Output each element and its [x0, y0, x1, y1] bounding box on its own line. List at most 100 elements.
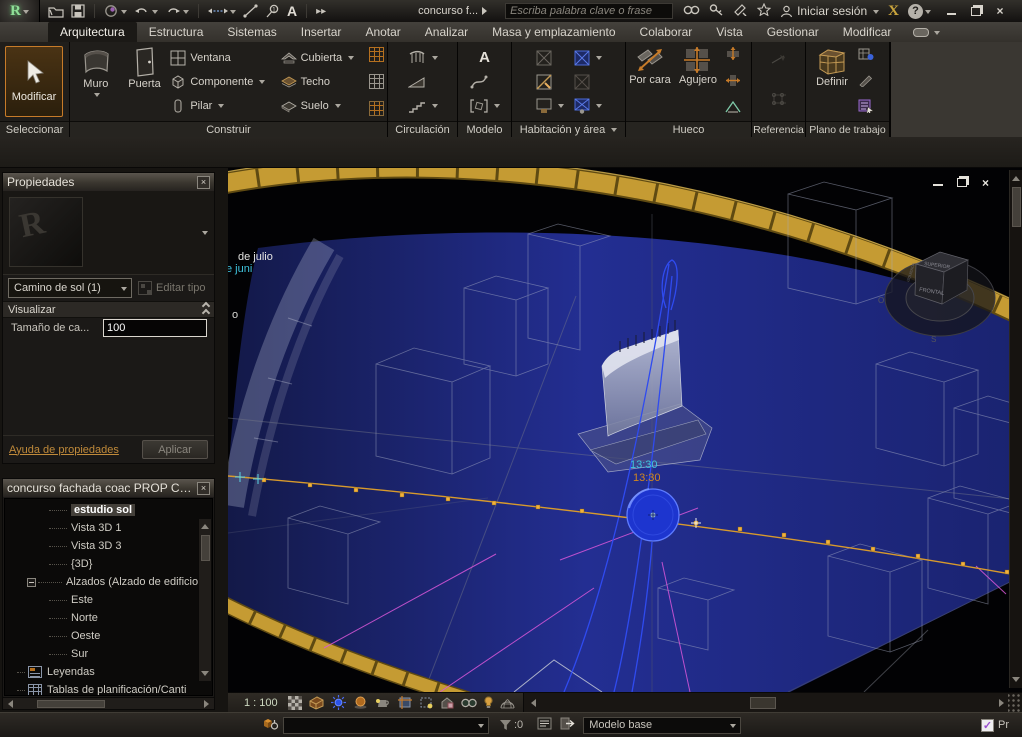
plano-referencia-lapiz-icon[interactable]	[858, 74, 874, 90]
open-icon[interactable]	[48, 4, 64, 18]
tag-icon[interactable]: 1	[265, 4, 280, 18]
compass-west-label[interactable]: O	[878, 296, 884, 305]
visor-plano-icon[interactable]	[858, 99, 874, 116]
shadows-icon[interactable]	[353, 696, 368, 709]
view-horizontal-scrollbar[interactable]	[523, 693, 1022, 712]
tree-item-vista-3d-3[interactable]: Vista 3D 3	[5, 537, 212, 555]
date-label-junio[interactable]: e juni	[228, 263, 252, 275]
search-input[interactable]	[505, 3, 673, 19]
ribbon-collapse-button[interactable]	[913, 22, 940, 42]
panel-label-modelo[interactable]: Modelo	[458, 121, 511, 137]
habitacion-button[interactable]	[536, 46, 564, 69]
text-icon[interactable]: A	[287, 3, 297, 19]
tab-gestionar[interactable]: Gestionar	[755, 22, 831, 42]
tab-modificar[interactable]: Modificar	[831, 22, 904, 42]
ventana-button[interactable]: Ventana	[170, 46, 277, 69]
application-menu-button[interactable]: R	[0, 0, 40, 22]
resize-grip[interactable]	[1008, 693, 1022, 712]
escalera-button[interactable]	[408, 94, 438, 117]
collapse-section-icon[interactable]	[203, 303, 209, 316]
project-browser-title-bar[interactable]: concurso fachada coac PROP CON... ×	[3, 479, 214, 497]
modify-button[interactable]: Modificar	[5, 46, 63, 117]
editable-only-icon[interactable]	[537, 717, 552, 733]
param-value-input[interactable]	[103, 319, 207, 337]
pilar-button[interactable]: Pilar	[170, 94, 277, 117]
sun-path-icon[interactable]	[331, 695, 346, 710]
separador-habitacion-button[interactable]	[536, 70, 564, 93]
properties-help-link[interactable]: Ayuda de propiedades	[9, 444, 119, 456]
type-selector-preview[interactable]: R	[3, 191, 214, 275]
compass-south-label[interactable]: S	[931, 335, 936, 344]
panel-label-habitacion[interactable]: Habitación y área	[512, 121, 625, 137]
tree-horizontal-scrollbar[interactable]	[3, 697, 214, 709]
agujero-button[interactable]: Agujero	[674, 44, 722, 119]
panel-label-hueco[interactable]: Hueco	[626, 121, 751, 137]
temporary-hide-icon[interactable]	[461, 697, 477, 708]
plano-referencia-icon[interactable]	[770, 91, 788, 110]
view-restore-button[interactable]	[955, 177, 968, 188]
type-selector-arrow-icon[interactable]	[202, 231, 208, 238]
view-vertical-scrollbar[interactable]	[1009, 170, 1022, 688]
mostrar-plano-icon[interactable]	[858, 47, 874, 64]
subscription-key-icon[interactable]	[709, 3, 724, 19]
rendering-dialog-icon[interactable]	[375, 696, 391, 709]
panel-label-plano-trabajo[interactable]: Plano de trabajo	[806, 121, 889, 137]
tree-item-3d[interactable]: {3D}	[5, 555, 212, 573]
componente-button[interactable]: Componente	[170, 70, 277, 93]
sign-in-control[interactable]: Iniciar sesión	[780, 4, 879, 18]
exit-icon[interactable]	[560, 717, 575, 733]
tree-item-tablas[interactable]: Tablas de planificación/Canti	[5, 681, 212, 696]
mullion-icon[interactable]	[369, 101, 384, 116]
rampa-button[interactable]	[408, 70, 438, 93]
title-expand-icon[interactable]	[482, 7, 491, 15]
hueco-vertical-icon[interactable]	[725, 74, 741, 90]
tab-sistemas[interactable]: Sistemas	[215, 22, 288, 42]
help-control[interactable]: ?	[908, 4, 931, 19]
view-close-button[interactable]: ×	[979, 177, 992, 188]
synchronize-icon[interactable]	[104, 4, 127, 18]
tree-item-leyendas[interactable]: Leyendas	[5, 663, 212, 681]
close-button[interactable]: ×	[993, 5, 1007, 17]
grupo-modelo-button[interactable]	[470, 94, 500, 117]
tree-item-oeste[interactable]: Oeste	[5, 627, 212, 645]
minimize-button[interactable]	[945, 5, 959, 17]
hueco-buhardilla-icon[interactable]	[725, 100, 741, 116]
etiqueta-area-button[interactable]	[574, 94, 602, 117]
techo-button[interactable]: Techo	[281, 70, 366, 93]
tree-item-norte[interactable]: Norte	[5, 609, 212, 627]
limite-area-button[interactable]	[574, 70, 602, 93]
curtain-system-icon[interactable]	[369, 47, 384, 62]
redo-icon[interactable]	[165, 4, 189, 18]
crop-view-icon[interactable]	[398, 696, 412, 709]
date-label-julio[interactable]: de julio	[238, 251, 273, 263]
tab-anotar[interactable]: Anotar	[353, 22, 412, 42]
edit-type-button[interactable]: Editar tipo	[138, 281, 206, 295]
visual-style-icon[interactable]	[309, 696, 324, 710]
panel-label-seleccionar[interactable]: Seleccionar	[0, 121, 69, 137]
area-button[interactable]	[574, 46, 602, 69]
sun-study-3d-view[interactable]: 13:30 13:30 de julio e juni o SUPERIOR F…	[228, 168, 1022, 692]
properties-close-icon[interactable]: ×	[197, 176, 210, 189]
suelo-button[interactable]: Suelo	[281, 94, 366, 117]
search-binoculars-icon[interactable]	[683, 3, 700, 19]
tab-colaborar[interactable]: Colaborar	[628, 22, 705, 42]
locked-view-icon[interactable]	[440, 696, 454, 709]
press-drag-checkbox[interactable]: ✓	[981, 719, 994, 732]
active-workset-dropdown[interactable]	[283, 717, 489, 734]
displacement-icon[interactable]	[500, 696, 515, 709]
collapse-expander-icon[interactable]	[27, 578, 36, 587]
etiqueta-habitacion-button[interactable]	[536, 94, 564, 117]
tab-insertar[interactable]: Insertar	[289, 22, 354, 42]
tree-item-este[interactable]: Este	[5, 591, 212, 609]
por-cara-button[interactable]: Por cara	[629, 44, 671, 119]
nivel-icon[interactable]	[770, 53, 788, 70]
tree-item-sur[interactable]: Sur	[5, 645, 212, 663]
panel-label-referencia[interactable]: Referencia	[752, 121, 805, 137]
tab-arquitectura[interactable]: Arquitectura	[48, 22, 137, 42]
project-browser-close-icon[interactable]: ×	[197, 482, 210, 495]
tab-vista[interactable]: Vista	[704, 22, 754, 42]
tree-vertical-scrollbar[interactable]	[198, 519, 211, 681]
sun-marker[interactable]	[627, 489, 679, 541]
communication-center-icon[interactable]	[733, 3, 748, 19]
crop-region-icon[interactable]	[419, 696, 433, 709]
